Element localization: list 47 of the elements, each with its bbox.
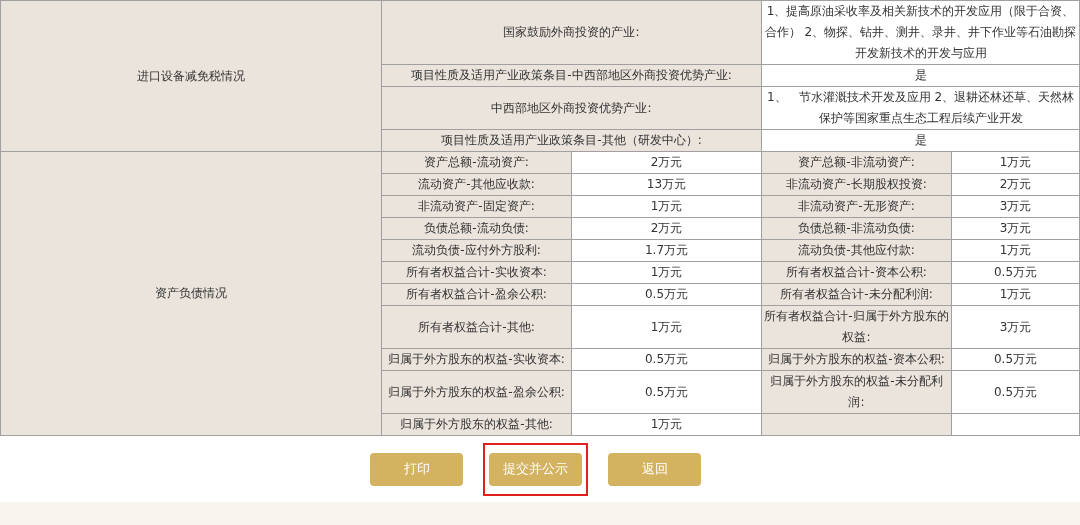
field-value: 是 <box>761 64 1080 87</box>
field-label: 资产总额-非流动资产: <box>761 151 952 174</box>
field-label: 所有者权益合计-其他: <box>381 305 572 349</box>
section-title: 资产负债情况 <box>0 151 382 436</box>
field-label: 所有者权益合计-未分配利润: <box>761 283 952 306</box>
field-label: 非流动资产-固定资产: <box>381 195 572 218</box>
field-value: 2万元 <box>571 151 762 174</box>
field-value: 1.7万元 <box>571 239 762 262</box>
field-label: 项目性质及适用产业政策条目-中西部地区外商投资优势产业: <box>381 64 762 87</box>
action-button[interactable]: 返回 <box>608 452 701 486</box>
field-value: 1、 节水灌溉技术开发及应用 2、退耕还林还草、天然林保护等国家重点生态工程后续产业开发 <box>761 86 1080 130</box>
field-label: 项目性质及适用产业政策条目-其他（研发中心）: <box>381 129 762 152</box>
field-value: 1万元 <box>571 413 762 436</box>
field-label: 所有者权益合计-资本公积: <box>761 261 952 284</box>
field-value: 1万元 <box>571 261 762 284</box>
field-label: 非流动资产-无形资产: <box>761 195 952 218</box>
field-value: 0.5万元 <box>951 370 1080 414</box>
action-button[interactable]: 打印 <box>370 452 463 486</box>
field-value: 0.5万元 <box>571 283 762 306</box>
field-value: 1万元 <box>571 305 762 349</box>
field-label: 所有者权益合计-盈余公积: <box>381 283 572 306</box>
field-value: 13万元 <box>571 173 762 196</box>
field-label: 所有者权益合计-实收资本: <box>381 261 572 284</box>
section-title: 进口设备减免税情况 <box>0 0 382 152</box>
field-label: 非流动资产-长期股权投资: <box>761 173 952 196</box>
field-label: 归属于外方股东的权益-资本公积: <box>761 348 952 371</box>
field-label: 流动负债-应付外方股利: <box>381 239 572 262</box>
field-value: 1万元 <box>571 195 762 218</box>
field-label: 归属于外方股东的权益-未分配利润: <box>761 370 952 414</box>
field-value: 是 <box>761 129 1080 152</box>
field-label: 所有者权益合计-归属于外方股东的权益: <box>761 305 952 349</box>
field-value: 1、提高原油采收率及相关新技术的开发应用（限于合资、合作） 2、物探、钻井、测井、录井、井下作业等石油勘探开发新技术的开发与应用 <box>761 0 1080 65</box>
field-label: 归属于外方股东的权益-实收资本: <box>381 348 572 371</box>
field-label: 资产总额-流动资产: <box>381 151 572 174</box>
field-value: 3万元 <box>951 305 1080 349</box>
field-label: 国家鼓励外商投资的产业: <box>381 0 762 65</box>
field-label: 中西部地区外商投资优势产业: <box>381 86 762 130</box>
field-label: 归属于外方股东的权益-其他: <box>381 413 572 436</box>
field-label: 流动负债-其他应付款: <box>761 239 952 262</box>
field-value: 2万元 <box>571 217 762 240</box>
field-value: 0.5万元 <box>571 348 762 371</box>
action-button[interactable]: 提交并公示 <box>489 452 582 486</box>
field-label: 负债总额-非流动负债: <box>761 217 952 240</box>
field-value: 0.5万元 <box>571 370 762 414</box>
field-label: 流动资产-其他应收款: <box>381 173 572 196</box>
field-label: 归属于外方股东的权益-盈余公积: <box>381 370 572 414</box>
field-label: 负债总额-流动负债: <box>381 217 572 240</box>
